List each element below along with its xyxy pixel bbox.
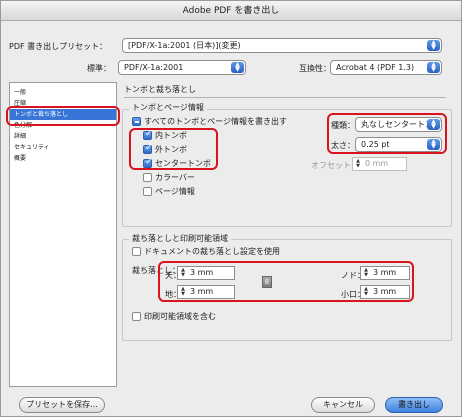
checkbox-empty-icon [143,187,152,196]
stepper-arrows-icon[interactable]: ▲ ▼ [179,287,187,297]
stepper-arrows-icon[interactable]: ▲ ▼ [179,268,187,278]
window-title: Adobe PDF を書き出し [1,1,461,21]
preset-value: [PDF/X-1a:2001 (日本)](変更) [128,41,241,50]
color-bars-checkbox[interactable]: カラーバー [143,172,195,183]
registration-marks-checkbox[interactable]: センタートンボ [143,157,211,169]
registration-marks-label: センタートンボ [155,159,211,168]
page-info-label: ページ情報 [155,187,195,196]
checkbox-empty-icon [132,312,141,321]
bleed-bottom-value: 3 mm [190,287,214,296]
bleed-top-value: 3 mm [190,268,214,277]
sidebar-item-general[interactable]: 一般 [10,87,116,98]
sidebar-item-security[interactable]: セキュリティ [10,142,116,153]
checkbox-mixed-icon [132,117,141,126]
page-info-checkbox[interactable]: ページ情報 [143,186,195,197]
sidebar-item-summary[interactable]: 概要 [10,153,116,164]
sidebar-item-compression[interactable]: 圧縮 [10,98,116,109]
crop-marks-checkbox[interactable]: 内トンボ [143,129,187,141]
compat-value: Acrobat 4 (PDF 1.3) [336,63,415,72]
bleed-group-title: 裁ち落としと印刷可能領域 [129,233,231,244]
popup-arrows-icon: ▲ ▼ [427,119,440,130]
divider [124,97,446,98]
compat-select[interactable]: Acrobat 4 (PDF 1.3) ▲ ▼ [330,60,442,75]
bleed-inside-value: 3 mm [373,268,397,277]
all-marks-checkbox[interactable]: すべてのトンボとページ情報を書き出す [132,116,287,127]
standard-value: PDF/X-1a:2001 [124,63,184,72]
bleed-outside-field[interactable]: ▲ ▼ 3 mm [360,285,410,299]
checkbox-checked-icon [143,129,153,140]
bleed-marks-checkbox[interactable]: 外トンボ [143,143,187,155]
checkbox-checked-icon [143,157,153,168]
export-pdf-dialog: Adobe PDF を書き出し PDF 書き出しプリセット： [PDF/X-1a… [0,0,462,417]
sidebar-item-output[interactable]: 色分解 [10,120,116,131]
mark-type-select[interactable]: 丸なしセンタートンボ ▲ ▼ [355,117,442,132]
marks-group-title: トンボとページ情報 [129,102,207,113]
use-document-bleed-checkbox[interactable]: ドキュメントの裁ち落とし設定を使用 [132,246,280,257]
mark-type-label: 種類： [331,121,355,130]
standard-label: 標準： [87,64,111,73]
bleed-inside-field[interactable]: ▲ ▼ 3 mm [360,266,410,280]
mark-weight-label: 太さ： [331,141,355,150]
preset-select[interactable]: [PDF/X-1a:2001 (日本)](変更) ▲ ▼ [122,38,442,53]
include-slug-label: 印刷可能領域を含む [144,312,216,321]
bleed-marks-label: 外トンボ [155,145,187,154]
offset-value: 0 mm [365,159,389,168]
all-marks-label: すべてのトンボとページ情報を書き出す [144,117,287,126]
cancel-button[interactable]: キャンセル [311,397,375,413]
bleed-bottom-field[interactable]: ▲ ▼ 3 mm [177,285,235,299]
sidebar-item-marks-and-bleeds[interactable]: トンボと裁ち落とし [10,109,116,120]
color-bars-label: カラーバー [155,173,195,182]
offset-field[interactable]: ▲ ▼ 0 mm [352,157,407,171]
stepper-arrows-icon[interactable]: ▲ ▼ [362,268,370,278]
use-document-bleed-label: ドキュメントの裁ち落とし設定を使用 [144,247,280,256]
link-chain-icon[interactable]: 8 [262,276,272,288]
include-slug-checkbox[interactable]: 印刷可能領域を含む [132,311,216,322]
mark-weight-select[interactable]: 0.25 pt ▲ ▼ [355,137,442,152]
bleed-top-field[interactable]: ▲ ▼ 3 mm [177,266,235,280]
crop-marks-label: 内トンボ [155,131,187,140]
panel-title: トンボと裁ち落とし [124,85,196,94]
save-preset-button[interactable]: プリセットを保存... [19,397,105,413]
category-sidebar: 一般 圧縮 トンボと裁ち落とし 色分解 詳細 セキュリティ 概要 [9,82,117,387]
popup-arrows-icon: ▲ ▼ [427,139,440,150]
checkbox-checked-icon [143,143,153,154]
sidebar-item-advanced[interactable]: 詳細 [10,131,116,142]
preset-label: PDF 書き出しプリセット： [9,42,108,51]
compat-label: 互換性： [299,64,331,73]
popup-arrows-icon: ▲ ▼ [231,62,244,73]
bleed-outside-value: 3 mm [373,287,397,296]
popup-arrows-icon: ▲ ▼ [427,40,440,51]
mark-weight-value: 0.25 pt [361,140,390,149]
stepper-arrows-icon[interactable]: ▲ ▼ [354,159,362,169]
checkbox-empty-icon [143,173,152,182]
stepper-arrows-icon[interactable]: ▲ ▼ [362,287,370,297]
checkbox-empty-icon [132,247,141,256]
export-button[interactable]: 書き出し [385,397,443,413]
standard-select[interactable]: PDF/X-1a:2001 ▲ ▼ [118,60,246,75]
popup-arrows-icon: ▲ ▼ [427,62,440,73]
